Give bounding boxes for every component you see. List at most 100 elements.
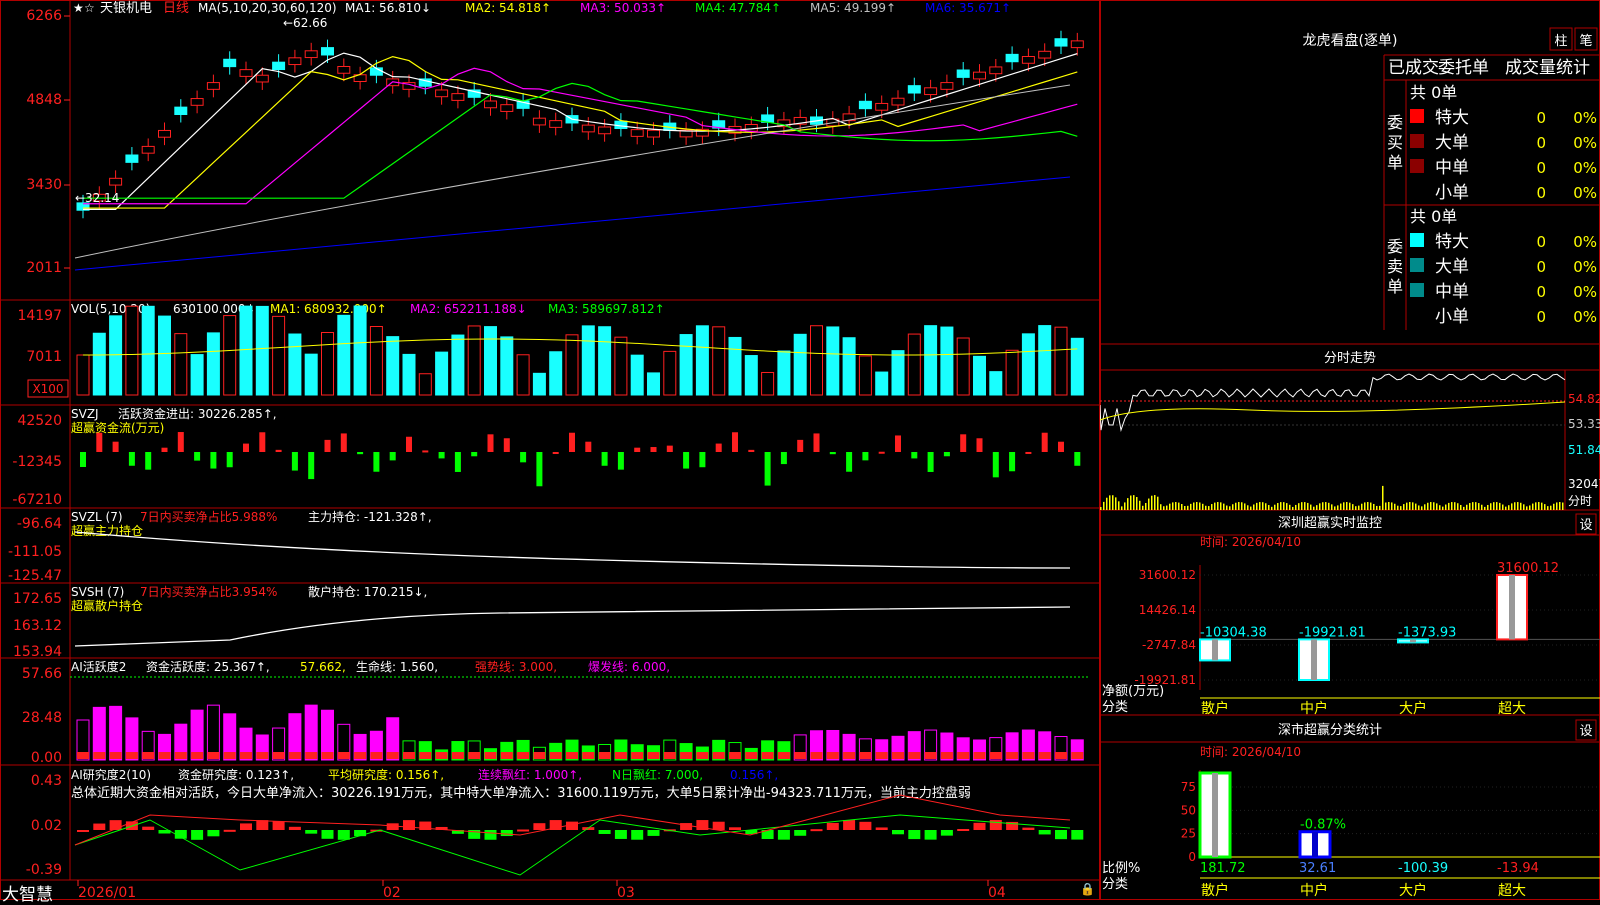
classify-xlabel: 分类 xyxy=(1102,877,1128,892)
ai-base-bar xyxy=(500,752,513,759)
svzj-bar xyxy=(389,452,396,461)
ai-research-tick: 0.43 xyxy=(31,773,62,789)
svzj-bar xyxy=(666,445,673,452)
ai-base-bar xyxy=(354,752,367,759)
intraday-vol-bar xyxy=(1487,504,1489,510)
vol-bar xyxy=(973,355,986,396)
ai-research-bar xyxy=(93,823,106,830)
sell-orders-label: 卖 xyxy=(1387,257,1403,276)
vol-bar xyxy=(614,336,628,396)
intraday-vol-bar xyxy=(1433,502,1435,510)
x-axis-label: 03 xyxy=(617,885,635,900)
ai-base-bar xyxy=(973,752,986,759)
vol-bar xyxy=(793,333,807,396)
x-axis-label: 2026/01 xyxy=(78,885,136,900)
ai-research-bar xyxy=(924,830,937,840)
vol-bar xyxy=(321,331,334,396)
classify-value-label: -100.39 xyxy=(1398,861,1448,876)
classify-value-label: 32.61 xyxy=(1299,861,1336,876)
lock-icon[interactable]: 🔒 xyxy=(1080,882,1095,896)
ai-base-bar xyxy=(93,752,106,759)
candle xyxy=(1021,56,1035,64)
intraday-vol-bar xyxy=(1259,502,1261,510)
star-icon: ☆ xyxy=(84,1,95,15)
intraday-vol-bar xyxy=(1457,503,1459,510)
vol-bar xyxy=(744,355,758,396)
technical-chart-svg[interactable]: 6266 4848 3430 2011 ★ ☆ 天银机电 日线 MA(5,10,20,30,60… xyxy=(0,0,1100,901)
ai-base-bar xyxy=(256,752,269,759)
buy-total: 共 0单 xyxy=(1410,83,1457,102)
vol-bar xyxy=(386,336,400,396)
vol-bar xyxy=(174,333,188,396)
intraday-vol-bar xyxy=(1325,502,1327,510)
intraday-vol-bar xyxy=(1493,502,1495,510)
svzj-bar xyxy=(911,452,918,459)
intraday-vol-bar xyxy=(1556,502,1558,510)
intraday-vol-bar xyxy=(1382,485,1384,510)
vol-tick: 7011 xyxy=(26,349,62,365)
svzl-hold: 主力持仓: -121.328↑, xyxy=(308,509,432,524)
x-axis-label: 02 xyxy=(383,885,401,900)
ai-base-bar xyxy=(435,752,448,759)
sell-orders-label: 单 xyxy=(1387,277,1403,296)
ai-research-bar xyxy=(223,829,236,832)
buy-row-pct: 0% xyxy=(1573,184,1597,202)
intraday-vol-bar xyxy=(1178,502,1180,510)
intraday-vol-bar xyxy=(1553,503,1555,510)
ai-base-bar xyxy=(533,752,546,759)
ma1-line xyxy=(83,52,1078,210)
intraday-vol-bar xyxy=(1475,502,1477,510)
intraday-vol-bar xyxy=(1172,502,1174,510)
svsh-line xyxy=(74,606,1071,647)
intraday-vol-bar xyxy=(1112,495,1114,510)
ai-research-line-red xyxy=(74,794,1071,846)
sell-row-pct: 0% xyxy=(1573,308,1597,326)
intraday-vol-bar xyxy=(1250,506,1252,510)
intraday-vol-bar xyxy=(1412,502,1414,510)
monitor-tick: -2747.84 xyxy=(1142,638,1196,652)
ai-research-bar xyxy=(240,823,252,830)
vol-bar xyxy=(924,325,938,396)
intraday-vol-bar xyxy=(1202,503,1204,510)
kline-chart-area[interactable]: 6266 4848 3430 2011 ★ ☆ 天银机电 日线 MA(5,10,20,30,60… xyxy=(0,0,1100,901)
ai-strongline: 强势线: 3.000, xyxy=(475,660,557,674)
sell-color-swatch xyxy=(1410,283,1424,297)
candle xyxy=(989,66,1003,75)
intraday-vol-bar xyxy=(1184,505,1186,510)
svzj-bar xyxy=(438,452,445,459)
ai-base-bar xyxy=(614,752,627,759)
svzj-subtitle: 超赢资金流(万元) xyxy=(71,420,164,435)
vol-bar xyxy=(304,353,318,396)
intraday-vol-bar xyxy=(1547,506,1549,510)
intraday-vol-bar xyxy=(1442,506,1444,510)
svzl-tick: -96.64 xyxy=(17,516,62,532)
ai-research-avg: 平均研究度: 0.156↑, xyxy=(328,767,444,782)
vol-bar xyxy=(158,315,171,396)
ai-base-bar xyxy=(1055,752,1067,759)
ai-active-tick: 28.48 xyxy=(22,710,62,726)
intraday-vol-bar xyxy=(1148,498,1150,510)
ai-base-bar xyxy=(517,752,530,759)
intraday-vol-bar xyxy=(1484,506,1486,510)
intraday-vol-bar xyxy=(1133,495,1135,510)
svzj-bar xyxy=(699,452,706,468)
svzj-bar xyxy=(960,434,967,452)
intraday-vol-bar xyxy=(1340,503,1342,510)
intraday-price-line xyxy=(1099,373,1566,432)
candle xyxy=(223,58,237,68)
ai-base-bar xyxy=(924,752,937,759)
vol-bar xyxy=(1054,326,1068,396)
price-tick-label: 4848 xyxy=(26,92,62,108)
bar-mode-label: 柱 xyxy=(1554,34,1567,49)
ai-base-bar xyxy=(370,752,383,759)
intraday-vol-bar xyxy=(1424,504,1426,510)
svzj-bar xyxy=(927,452,934,472)
ai-research-bar xyxy=(403,820,415,830)
candle xyxy=(549,120,563,128)
ai-base-bar xyxy=(272,752,285,759)
right-panel: 龙虎看盘(逐单) 柱笔已成交 委托单 成交量统计委买单委卖单共 0单共 0单 特大 特大 0… xyxy=(1099,0,1600,900)
vol-bar xyxy=(826,326,840,396)
buy-row-label: 小单 xyxy=(1435,183,1469,203)
svzj-bar xyxy=(976,438,983,452)
intraday-vol-bar xyxy=(1373,503,1375,510)
